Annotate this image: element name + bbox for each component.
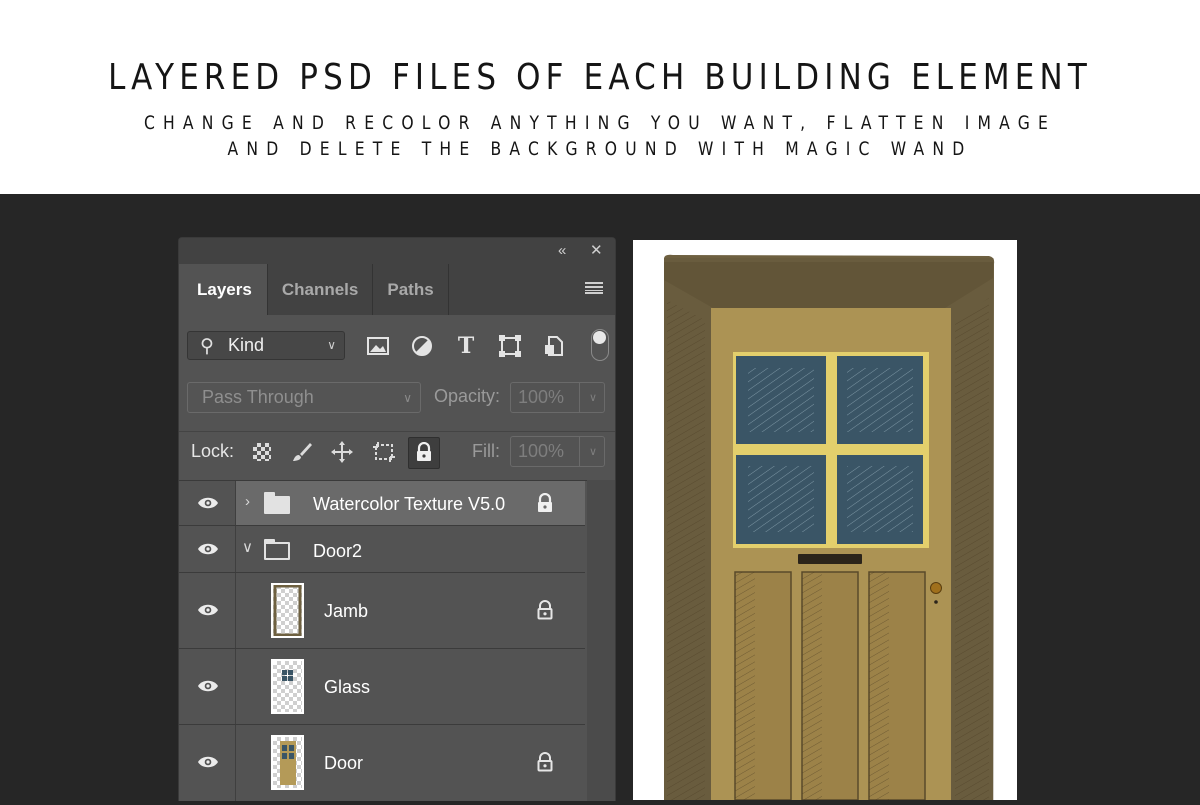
panel-shading (802, 572, 822, 800)
lock-row: Lock: Fill: 100% ∨ (179, 431, 615, 472)
layer-row-door2[interactable]: ∨ Door2 (179, 526, 585, 573)
layer-lock-icon (538, 493, 552, 512)
layer-lock-icon (537, 752, 553, 772)
layer-name: Door2 (313, 541, 363, 561)
tab-paths[interactable]: Paths (373, 264, 449, 315)
glass-reflection (847, 368, 913, 432)
layer-name: Watercolor Texture V5.0 (313, 494, 506, 514)
lock-position-icon[interactable] (327, 437, 357, 467)
panel-shading (735, 572, 755, 800)
layer-filter-row: ⚲ Kind ∨ T (187, 329, 609, 363)
opacity-separator (579, 383, 580, 412)
hero-subtitle-line-1: Change and recolor anything you want, fl… (143, 112, 1057, 134)
layer-row-jamb[interactable]: Jamb (179, 573, 585, 649)
chevron-down-icon: ∨ (327, 338, 336, 352)
jamb-left-hatching (667, 300, 705, 800)
lock-all-icon[interactable] (408, 437, 440, 469)
eye-icon[interactable] (197, 543, 219, 555)
type-filter-icon[interactable]: T (453, 333, 479, 359)
layer-row-watercolor-texture[interactable]: › Watercolor Texture V5.0 (179, 481, 585, 526)
layer-name: Door (324, 753, 364, 773)
fill-input[interactable]: 100% ∨ (510, 436, 605, 467)
eye-icon[interactable] (197, 497, 219, 509)
mail-slot (798, 554, 862, 564)
eye-icon[interactable] (197, 680, 219, 692)
hero-subtitle: Change and recolor anything you want, fl… (108, 110, 1092, 162)
visibility-cell (179, 649, 236, 724)
glass-reflection (748, 368, 814, 432)
lock-transparent-pixels-icon[interactable] (247, 437, 277, 467)
panel-menu-icon[interactable] (585, 282, 603, 294)
search-icon: ⚲ (200, 336, 214, 357)
smart-object-filter-icon[interactable] (541, 333, 567, 359)
jamb-top-trim (664, 262, 993, 308)
visibility-cell (179, 725, 236, 801)
hero-subtitle-line-2: and delete the background with magic wan… (227, 138, 973, 160)
tab-channels[interactable]: Channels (268, 264, 374, 315)
eye-icon[interactable] (197, 604, 219, 616)
door-knob (930, 582, 942, 594)
filter-toggle-switch[interactable] (591, 329, 609, 361)
jamb-right-hatching (955, 298, 989, 800)
blend-mode-select[interactable]: Pass Through ∨ (187, 382, 421, 413)
close-panel-icon[interactable]: ✕ (590, 241, 603, 261)
chevron-right-icon[interactable]: › (245, 493, 250, 510)
opacity-input[interactable]: 100% ∨ (510, 382, 605, 413)
layer-name: Jamb (324, 601, 369, 621)
layer-row-door[interactable]: Door (179, 725, 585, 801)
layers-list: › Watercolor Texture V5.0 ∨ Door2 Jamb G… (179, 480, 615, 801)
layer-thumbnail (271, 735, 304, 790)
chevron-down-icon: ∨ (588, 392, 597, 404)
adjustment-filter-icon[interactable] (409, 333, 435, 359)
visibility-cell (179, 481, 236, 525)
shape-filter-icon[interactable] (497, 333, 523, 359)
lock-label: Lock: (191, 441, 235, 461)
fill-separator (579, 437, 580, 466)
layer-row-glass[interactable]: Glass (179, 649, 585, 725)
visibility-cell (179, 526, 236, 572)
glass-reflection (748, 466, 814, 532)
image-filter-icon[interactable] (365, 333, 391, 359)
keyhole (934, 600, 938, 604)
visibility-cell (179, 573, 236, 648)
layers-panel: « ✕ Layers Channels Paths ⚲ Kind ∨ T Pas… (178, 237, 616, 801)
opacity-value: 100% (518, 387, 565, 407)
hero-banner: Layered PSD files of each building eleme… (0, 0, 1200, 194)
blend-row: Pass Through ∨ Opacity: 100% ∨ (187, 382, 607, 414)
panel-shading (869, 572, 889, 800)
chevron-down-icon: ∨ (403, 391, 412, 405)
filter-kind-label: Kind (228, 335, 265, 355)
document-canvas (633, 240, 1017, 801)
opacity-label: Opacity: (434, 386, 501, 406)
chevron-down-icon: ∨ (588, 446, 597, 458)
lock-artboard-icon[interactable] (369, 437, 399, 467)
layer-lock-icon (537, 600, 553, 620)
fill-value: 100% (518, 441, 565, 461)
eye-icon[interactable] (197, 756, 219, 768)
door-illustration (664, 254, 995, 801)
layers-scrollbar[interactable] (587, 480, 615, 801)
panel-tabs: Layers Channels Paths (179, 264, 615, 315)
collapse-panel-icon[interactable]: « (558, 241, 566, 261)
layer-thumbnail (271, 659, 304, 714)
fill-label: Fill: (472, 441, 500, 461)
glass-reflection (847, 466, 913, 532)
folder-icon (264, 492, 290, 514)
layer-name: Glass (324, 677, 371, 697)
layer-thumbnail (271, 583, 304, 638)
hero-title: Layered PSD files of each building eleme… (108, 57, 1092, 98)
panel-title-bar: « ✕ (179, 238, 615, 264)
lock-image-pixels-icon[interactable] (287, 437, 317, 467)
open-folder-icon (264, 539, 290, 560)
filter-kind-select[interactable]: ⚲ Kind ∨ (187, 331, 345, 360)
blend-mode-label: Pass Through (202, 387, 314, 407)
chevron-down-icon[interactable]: ∨ (242, 538, 253, 556)
tab-layers[interactable]: Layers (179, 264, 268, 315)
